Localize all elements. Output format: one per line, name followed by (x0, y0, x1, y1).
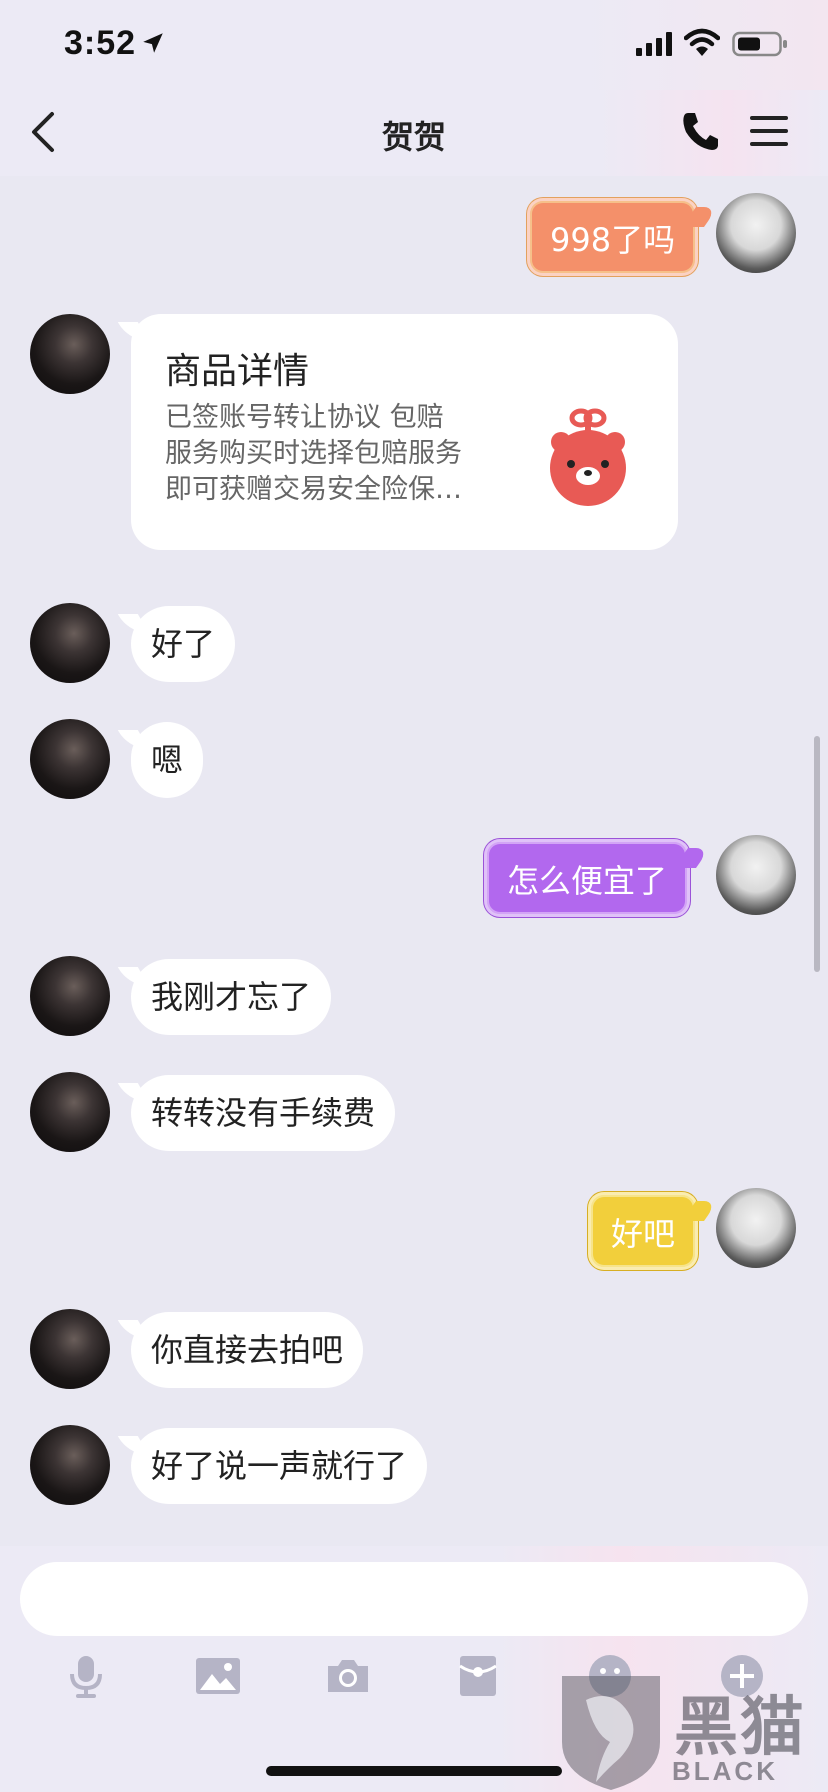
product-card-desc-line: 即可获赠交易安全险保… (165, 474, 462, 505)
incoming-message-bubble[interactable]: 好了 (131, 606, 236, 682)
product-card-title: 商品详情 (165, 351, 310, 392)
my-avatar[interactable] (716, 835, 796, 915)
microphone-icon[interactable] (62, 1652, 110, 1700)
incoming-message-bubble[interactable]: 好了说一声就行了 (131, 1428, 428, 1504)
chat-header: 贺贺 (0, 90, 828, 176)
black-cat-logo-icon (562, 1676, 660, 1790)
outgoing-message-bubble[interactable]: 好吧 (588, 1192, 699, 1270)
product-card-description: 已签账号转让协议 包赔 服务购买时选择包赔服务 即可获赠交易安全险保… (165, 400, 505, 508)
contact-avatar[interactable] (30, 1425, 110, 1505)
contact-avatar[interactable] (30, 956, 110, 1036)
red-bear-mascot-icon (550, 408, 626, 506)
location-arrow-icon (143, 33, 163, 53)
battery-icon (732, 31, 787, 57)
contact-avatar[interactable] (30, 314, 110, 394)
watermark-text-en: BLACK CAT (672, 1756, 778, 1792)
my-avatar[interactable] (716, 1188, 796, 1268)
chat-scrollbar[interactable] (814, 736, 820, 972)
incoming-message-bubble[interactable]: 我刚才忘了 (131, 959, 332, 1035)
chat-message-list[interactable]: 998了吗 商品详情 已签账号转让协议 包赔 服务购买时选择包赔服务 即可获赠交… (0, 176, 828, 1546)
contact-avatar[interactable] (30, 1072, 110, 1152)
contact-avatar[interactable] (30, 719, 110, 799)
incoming-message-bubble[interactable]: 嗯 (131, 722, 204, 798)
outgoing-message-bubble[interactable]: 998了吗 (527, 198, 699, 276)
my-avatar[interactable] (716, 193, 796, 273)
product-detail-card[interactable]: 商品详情 已签账号转让协议 包赔 服务购买时选择包赔服务 即可获赠交易安全险保… (131, 314, 678, 550)
incoming-message-bubble[interactable]: 你直接去拍吧 (131, 1312, 364, 1388)
cellular-signal-icon (636, 32, 672, 56)
phone-call-icon[interactable] (680, 110, 720, 152)
menu-icon[interactable] (750, 114, 788, 148)
status-time: 3:52 (64, 24, 137, 62)
black-cat-watermark: 黑猫 BLACK CAT (556, 1672, 828, 1792)
status-bar: 3:52 (0, 0, 828, 90)
red-packet-icon[interactable] (454, 1652, 502, 1700)
home-indicator[interactable] (266, 1766, 562, 1776)
wifi-icon (684, 28, 720, 56)
message-input[interactable] (20, 1562, 808, 1636)
outgoing-message-bubble[interactable]: 怎么便宜了 (484, 839, 691, 917)
product-card-desc-line: 已签账号转让协议 包赔 (165, 402, 444, 433)
contact-avatar[interactable] (30, 1309, 110, 1389)
watermark-text-cn: 黑猫 (674, 1691, 806, 1765)
camera-icon[interactable] (324, 1652, 372, 1700)
incoming-message-bubble[interactable]: 转转没有手续费 (131, 1075, 396, 1151)
product-card-desc-line: 服务购买时选择包赔服务 (165, 438, 462, 469)
image-icon[interactable] (194, 1652, 242, 1700)
contact-avatar[interactable] (30, 603, 110, 683)
